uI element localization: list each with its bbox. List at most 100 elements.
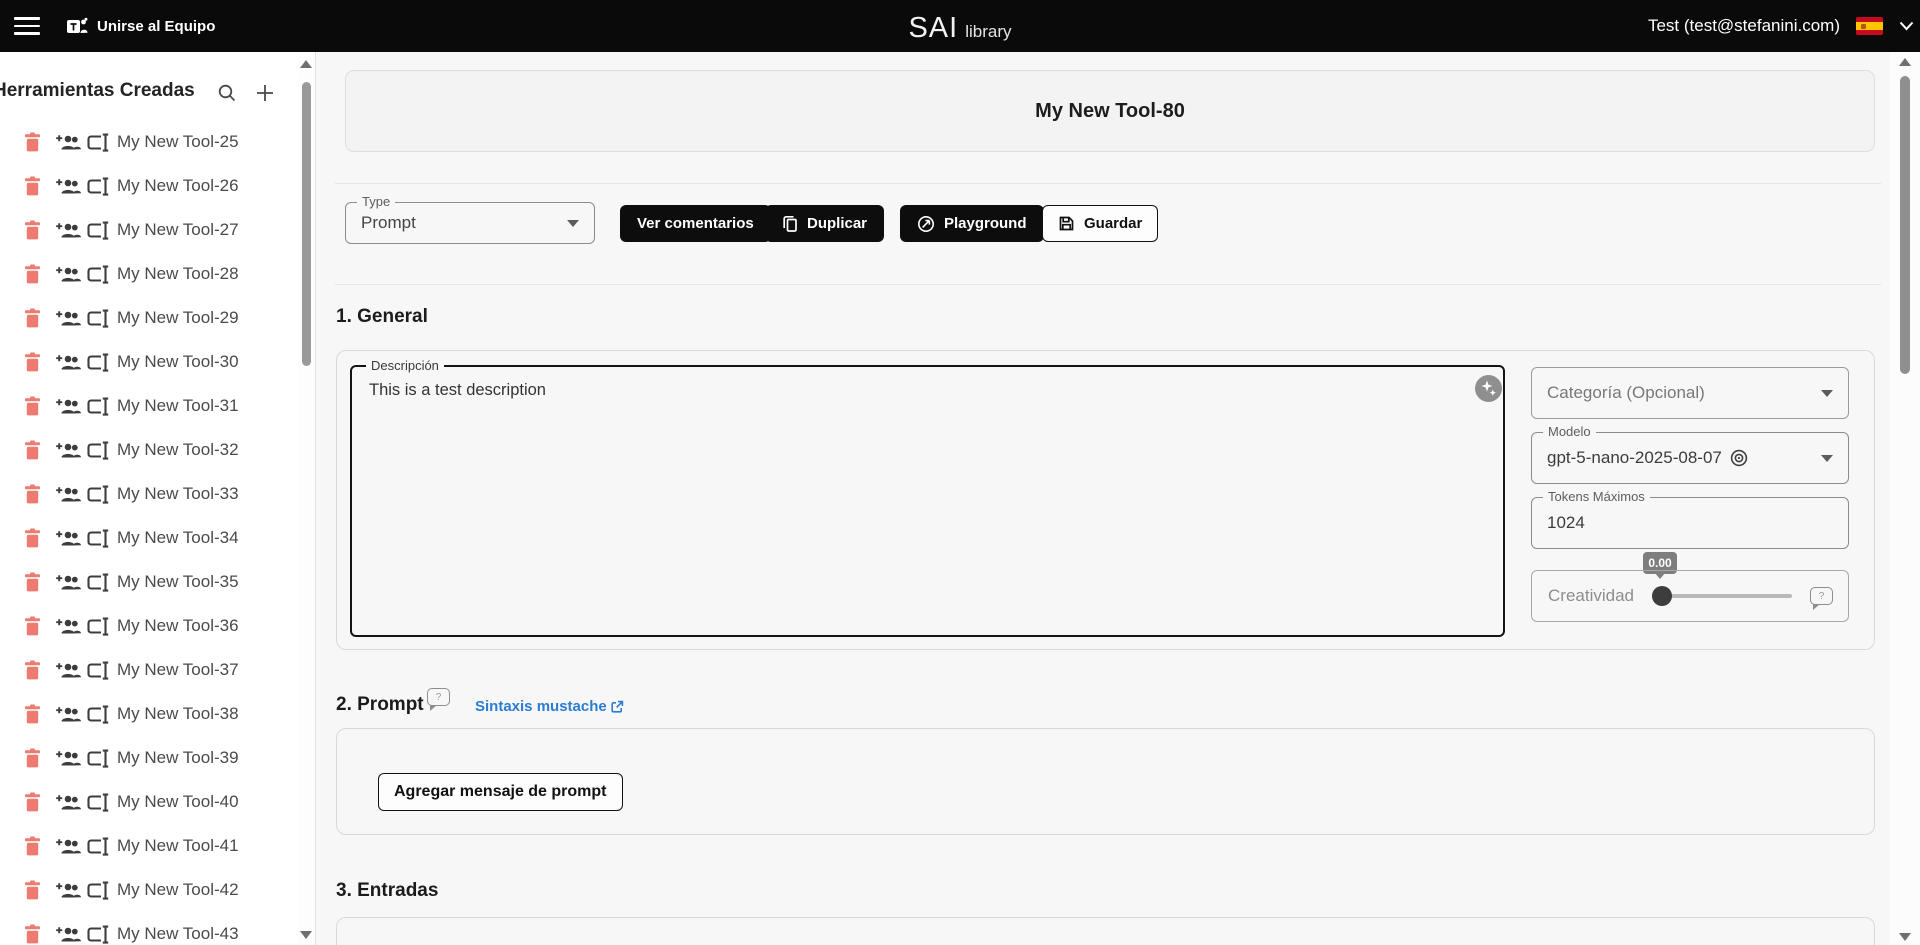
tool-item-label[interactable]: My New Tool-34 (117, 528, 239, 548)
tool-item-label[interactable]: My New Tool-29 (117, 308, 239, 328)
delete-icon[interactable] (24, 264, 41, 284)
tool-item-label[interactable]: My New Tool-36 (117, 616, 239, 636)
share-person-add-icon[interactable] (55, 749, 82, 768)
rename-icon[interactable] (86, 177, 111, 196)
list-item[interactable]: My New Tool-30 (0, 340, 298, 384)
rename-icon[interactable] (86, 573, 111, 592)
category-select[interactable]: Categoría (Opcional) (1531, 367, 1849, 419)
description-textarea[interactable]: Descripción This is a test description (350, 365, 1505, 637)
sidebar-scrollbar-thumb[interactable] (302, 82, 311, 366)
chevron-down-icon[interactable] (1899, 21, 1914, 31)
tool-item-label[interactable]: My New Tool-40 (117, 792, 239, 812)
delete-icon[interactable] (24, 396, 41, 416)
tool-item-label[interactable]: My New Tool-41 (117, 836, 239, 856)
delete-icon[interactable] (24, 132, 41, 152)
share-person-add-icon[interactable] (55, 837, 82, 856)
delete-icon[interactable] (24, 880, 41, 900)
tool-item-label[interactable]: My New Tool-42 (117, 880, 239, 900)
scroll-up-arrow-icon[interactable] (300, 60, 312, 68)
sidebar-scrollbar[interactable] (298, 52, 315, 945)
list-item[interactable]: My New Tool-27 (0, 208, 298, 252)
prompt-help-icon[interactable]: ? (427, 688, 450, 706)
list-item[interactable]: My New Tool-40 (0, 780, 298, 824)
delete-icon[interactable] (24, 792, 41, 812)
tool-item-label[interactable]: My New Tool-31 (117, 396, 239, 416)
tool-item-label[interactable]: My New Tool-33 (117, 484, 239, 504)
menu-icon[interactable] (14, 17, 40, 35)
share-person-add-icon[interactable] (55, 353, 82, 372)
creativity-slider-track[interactable] (1652, 594, 1792, 598)
list-item[interactable]: My New Tool-34 (0, 516, 298, 560)
delete-icon[interactable] (24, 616, 41, 636)
rename-icon[interactable] (86, 485, 111, 504)
delete-icon[interactable] (24, 572, 41, 592)
ai-assist-button[interactable] (1475, 375, 1502, 402)
playground-button[interactable]: Playground (900, 205, 1044, 242)
rename-icon[interactable] (86, 881, 111, 900)
tool-item-label[interactable]: My New Tool-28 (117, 264, 239, 284)
add-tool-button[interactable] (248, 76, 282, 110)
list-item[interactable]: My New Tool-26 (0, 164, 298, 208)
model-select[interactable]: Modelo gpt-5-nano-2025-08-07 (1531, 432, 1849, 484)
max-tokens-field[interactable]: Tokens Máximos 1024 (1531, 497, 1849, 549)
rename-icon[interactable] (86, 749, 111, 768)
rename-icon[interactable] (86, 353, 111, 372)
tool-item-label[interactable]: My New Tool-32 (117, 440, 239, 460)
list-item[interactable]: My New Tool-31 (0, 384, 298, 428)
delete-icon[interactable] (24, 704, 41, 724)
share-person-add-icon[interactable] (55, 221, 82, 240)
rename-icon[interactable] (86, 705, 111, 724)
scroll-up-arrow-icon[interactable] (1899, 58, 1911, 66)
delete-icon[interactable] (24, 352, 41, 372)
creativity-help-icon[interactable]: ? (1810, 587, 1833, 605)
share-person-add-icon[interactable] (55, 265, 82, 284)
rename-icon[interactable] (86, 793, 111, 812)
search-button[interactable] (210, 76, 244, 110)
tool-item-label[interactable]: My New Tool-26 (117, 176, 239, 196)
share-person-add-icon[interactable] (55, 925, 82, 944)
join-team-button[interactable]: Unirse al Equipo (66, 0, 215, 52)
rename-icon[interactable] (86, 661, 111, 680)
list-item[interactable]: My New Tool-42 (0, 868, 298, 912)
rename-icon[interactable] (86, 529, 111, 548)
tool-item-label[interactable]: My New Tool-30 (117, 352, 239, 372)
delete-icon[interactable] (24, 660, 41, 680)
tool-item-label[interactable]: My New Tool-39 (117, 748, 239, 768)
add-prompt-message-button[interactable]: Agregar mensaje de prompt (378, 773, 623, 811)
share-person-add-icon[interactable] (55, 529, 82, 548)
delete-icon[interactable] (24, 308, 41, 328)
rename-icon[interactable] (86, 441, 111, 460)
user-menu[interactable]: Test (test@stefanini.com) (1648, 0, 1920, 52)
delete-icon[interactable] (24, 836, 41, 856)
tool-item-label[interactable]: My New Tool-25 (117, 132, 239, 152)
share-person-add-icon[interactable] (55, 309, 82, 328)
list-item[interactable]: My New Tool-25 (0, 120, 298, 164)
tool-item-label[interactable]: My New Tool-35 (117, 572, 239, 592)
delete-icon[interactable] (24, 748, 41, 768)
list-item[interactable]: My New Tool-29 (0, 296, 298, 340)
list-item[interactable]: My New Tool-28 (0, 252, 298, 296)
share-person-add-icon[interactable] (55, 441, 82, 460)
list-item[interactable]: My New Tool-35 (0, 560, 298, 604)
duplicate-button[interactable]: Duplicar (765, 205, 884, 242)
delete-icon[interactable] (24, 484, 41, 504)
tool-item-label[interactable]: My New Tool-38 (117, 704, 239, 724)
list-item[interactable]: My New Tool-36 (0, 604, 298, 648)
share-person-add-icon[interactable] (55, 133, 82, 152)
share-person-add-icon[interactable] (55, 573, 82, 592)
rename-icon[interactable] (86, 133, 111, 152)
rename-icon[interactable] (86, 309, 111, 328)
list-item[interactable]: My New Tool-41 (0, 824, 298, 868)
rename-icon[interactable] (86, 837, 111, 856)
list-item[interactable]: My New Tool-38 (0, 692, 298, 736)
delete-icon[interactable] (24, 440, 41, 460)
delete-icon[interactable] (24, 528, 41, 548)
spain-flag-icon[interactable] (1856, 17, 1883, 35)
list-item[interactable]: My New Tool-39 (0, 736, 298, 780)
share-person-add-icon[interactable] (55, 705, 82, 724)
list-item[interactable]: My New Tool-37 (0, 648, 298, 692)
list-item[interactable]: My New Tool-32 (0, 428, 298, 472)
tool-item-label[interactable]: My New Tool-43 (117, 924, 239, 944)
rename-icon[interactable] (86, 617, 111, 636)
type-select[interactable]: Type Prompt (345, 202, 595, 244)
